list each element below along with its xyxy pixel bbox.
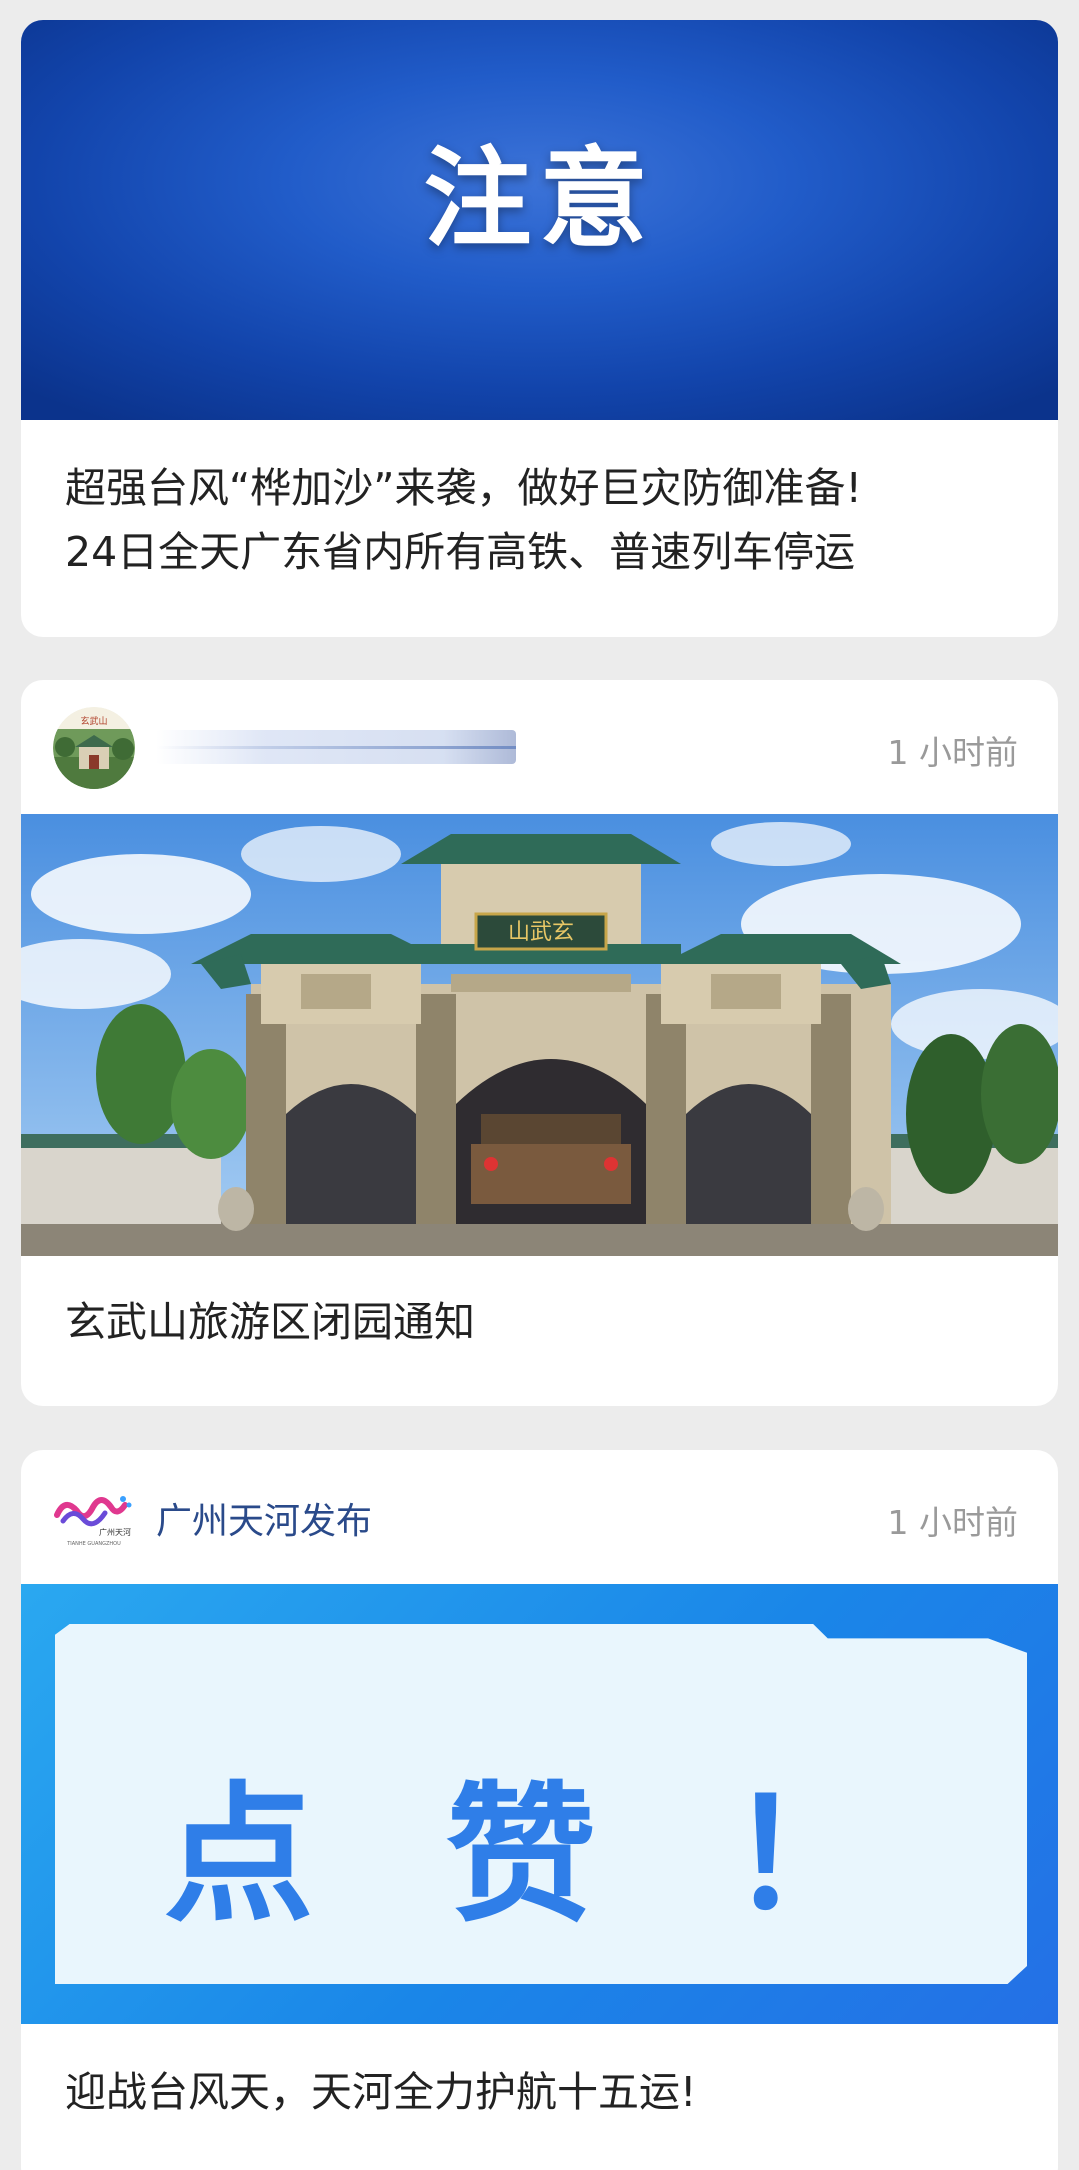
news-card-xuanwushan[interactable]: 玄武山 1 小时前 山武玄 玄武山旅游区闭园通知 <box>21 680 1058 1406</box>
card-headline[interactable]: 超强台风“桦加沙”来袭，做好巨灾防御准备! 24日全天广东省内所有高铁、普速列车… <box>65 456 1018 584</box>
source-avatar[interactable]: 玄武山 <box>53 707 135 789</box>
like-banner-text: 点 赞 ！ <box>163 1769 919 1943</box>
headline-line-2: 24日全天广东省内所有高铁、普速列车停运 <box>65 528 856 576</box>
post-time: 1 小时前 <box>887 733 1019 772</box>
memorial-archway-image: 山武玄 <box>21 814 1058 1256</box>
tianhe-logo-icon: 广州天河 TIANHE GUANGZHOU <box>54 1496 132 1547</box>
archway-photo[interactable]: 山武玄 <box>21 814 1058 1256</box>
card-header: 玄武山 1 小时前 <box>21 680 1058 814</box>
card-headline[interactable]: 玄武山旅游区闭园通知 <box>65 1290 1018 1354</box>
source-name[interactable]: 广州天河发布 <box>156 1492 372 1544</box>
notice-banner-image[interactable]: 注意 <box>21 20 1058 420</box>
card-header: 广州天河 TIANHE GUANGZHOU 广州天河发布 1 小时前 <box>21 1450 1058 1584</box>
like-banner-panel: 点 赞 ！ <box>55 1624 1027 1984</box>
news-card-typhoon[interactable]: 注意 超强台风“桦加沙”来袭，做好巨灾防御准备! 24日全天广东省内所有高铁、普… <box>21 20 1058 637</box>
source-avatar[interactable]: 广州天河 TIANHE GUANGZHOU <box>53 1477 135 1559</box>
headline-line-1: 超强台风“桦加沙”来袭，做好巨灾防御准备! <box>65 464 862 512</box>
archway-plaque-text: 山武玄 <box>508 920 574 945</box>
news-feed: 注意 超强台风“桦加沙”来袭，做好巨灾防御准备! 24日全天广东省内所有高铁、普… <box>0 0 1079 2170</box>
post-time: 1 小时前 <box>887 1503 1019 1542</box>
like-banner-image[interactable]: 点 赞 ！ <box>21 1584 1058 2024</box>
card-headline[interactable]: 迎战台风天，天河全力护航十五运! <box>65 2060 1018 2124</box>
logo-subtext: TIANHE GUANGZHOU <box>66 1541 121 1547</box>
blurred-source-name <box>156 730 516 764</box>
temple-avatar-icon: 玄武山 <box>53 707 135 789</box>
logo-text: 广州天河 <box>99 1527 131 1537</box>
notice-banner-text: 注意 <box>423 137 656 262</box>
avatar-sign-text: 玄武山 <box>80 715 107 727</box>
news-card-tianhe[interactable]: 广州天河 TIANHE GUANGZHOU 广州天河发布 1 小时前 点 赞 ！… <box>21 1450 1058 2170</box>
